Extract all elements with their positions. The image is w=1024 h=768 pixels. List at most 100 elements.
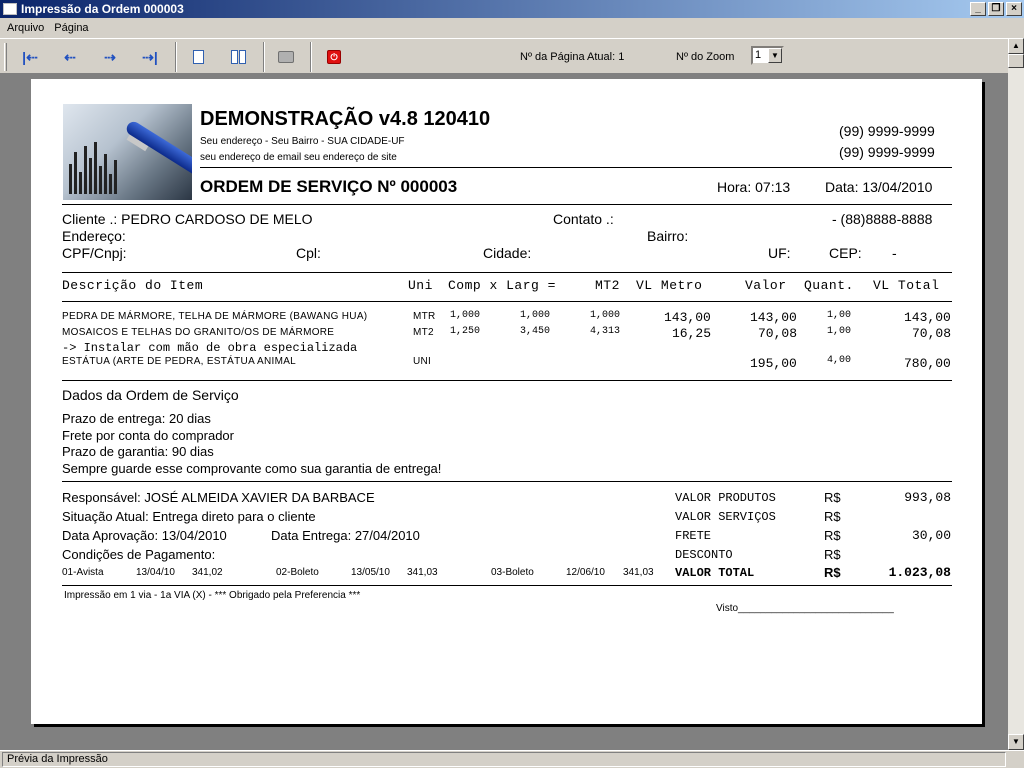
divider [62, 481, 952, 482]
item-total: 143,00 [904, 310, 951, 325]
menu-pagina[interactable]: Página [49, 22, 93, 34]
col-uni: Uni [408, 278, 433, 293]
col-mt2: MT2 [595, 278, 620, 293]
item-desc: MOSAICOS E TELHAS DO GRANITO/OS DE MÁRMO… [62, 327, 334, 338]
previous-page-button[interactable]: ⇠ [58, 46, 82, 68]
first-page-button[interactable]: |⇠ [18, 46, 42, 68]
company-logo [63, 104, 192, 200]
item-larg: 1,000 [520, 310, 550, 321]
dados-line: Frete por conta do comprador [62, 428, 234, 443]
client-name: Cliente .: PEDRO CARDOSO DE MELO [62, 211, 313, 227]
item-total: 780,00 [904, 356, 951, 371]
toolbar-grip[interactable] [4, 43, 7, 71]
total-value: 30,00 [851, 528, 951, 543]
item-mt2: 1,000 [590, 310, 620, 321]
dados-line: Prazo de garantia: 90 dias [62, 444, 214, 459]
divider [200, 167, 952, 168]
close-preview-button[interactable]: ⏻ [322, 46, 346, 68]
client-uf: UF: [768, 245, 791, 261]
item-total: 70,08 [912, 326, 951, 341]
col-vlmetro: VL Metro [636, 278, 702, 293]
divider [62, 204, 952, 205]
two-pages-button[interactable] [226, 46, 250, 68]
responsavel: Responsável: JOSÉ ALMEIDA XAVIER DA BARB… [62, 490, 375, 505]
last-page-button[interactable]: ⇢| [138, 46, 162, 68]
dados-line: Sempre guarde esse comprovante como sua … [62, 461, 441, 476]
visto-line: Visto____________________________ [716, 603, 894, 614]
item-uni: MTR [413, 311, 436, 322]
total-currency: R$ [824, 490, 841, 505]
client-bairro: Bairro: [647, 228, 688, 244]
total-label: VALOR TOTAL [675, 566, 754, 580]
impressao-note: Impressão em 1 via - 1a VIA (X) - *** Ob… [64, 590, 360, 601]
client-cep: CEP: [829, 245, 862, 261]
parcela-value: 341,03 [623, 567, 654, 578]
item-vlmetro: 143,00 [664, 310, 711, 325]
parcela-number: 02-Boleto [276, 567, 319, 578]
company-address: Seu endereço - Seu Bairro - SUA CIDADE-U… [200, 136, 405, 147]
item-uni: MT2 [413, 327, 434, 338]
divider [62, 272, 952, 273]
zoom-select[interactable]: 1 ▼ [751, 46, 784, 65]
total-label: VALOR PRODUTOS [675, 491, 776, 505]
col-dims: Comp x Larg = [448, 278, 556, 293]
last-page-icon: ⇢| [142, 49, 158, 66]
item-comp: 1,000 [450, 310, 480, 321]
item-vlmetro: 16,25 [672, 326, 711, 341]
order-time: Hora: 07:13 [717, 179, 790, 195]
parcela-date: 13/05/10 [351, 567, 390, 578]
print-button[interactable] [274, 46, 298, 68]
parcela-number: 03-Boleto [491, 567, 534, 578]
window-title: Impressão da Ordem 000003 [21, 2, 184, 16]
data-entrega: Data Entrega: 27/04/2010 [271, 528, 420, 543]
company-name: DEMONSTRAÇÃO v4.8 120410 [200, 108, 490, 131]
total-currency: R$ [824, 565, 841, 580]
total-label: DESCONTO [675, 548, 733, 562]
client-phone: - (88)8888-8888 [832, 211, 932, 227]
next-page-icon: ⇢ [104, 49, 116, 66]
parcela-date: 13/04/10 [136, 567, 175, 578]
parcela-value: 341,02 [192, 567, 223, 578]
total-label: VALOR SERVIÇOS [675, 510, 776, 524]
total-currency: R$ [824, 528, 841, 543]
two-pages-icon [231, 50, 246, 64]
client-city: Cidade: [483, 245, 531, 261]
divider [62, 301, 952, 302]
order-title: ORDEM DE SERVIÇO Nº 000003 [200, 177, 457, 197]
col-quant: Quant. [804, 278, 854, 293]
item-quant: 1,00 [827, 310, 851, 321]
toolbar-separator [263, 42, 265, 72]
client-cep-value: - [892, 245, 897, 261]
close-button[interactable]: × [1006, 2, 1022, 16]
scroll-down-button[interactable]: ▼ [1008, 734, 1024, 750]
company-phone-1: (99) 9999-9999 [839, 123, 935, 139]
dados-line: Prazo de entrega: 20 dias [62, 411, 211, 426]
scroll-thumb[interactable] [1008, 54, 1024, 68]
scroll-up-button[interactable]: ▲ [1008, 38, 1024, 54]
status-text: Prévia da Impressão [7, 753, 108, 765]
maximize-button[interactable]: ❐ [988, 2, 1004, 16]
power-icon: ⏻ [327, 50, 341, 64]
minimize-button[interactable]: _ [970, 2, 986, 16]
company-phone-2: (99) 9999-9999 [839, 144, 935, 160]
title-bar: Impressão da Ordem 000003 _ ❐ × [0, 0, 1024, 18]
menu-bar: Arquivo Página [0, 18, 1024, 38]
item-comp: 1,250 [450, 326, 480, 337]
order-date: Data: 13/04/2010 [825, 179, 932, 195]
item-quant: 1,00 [827, 326, 851, 337]
vertical-scrollbar[interactable]: ▲ ▼ [1008, 38, 1024, 750]
first-page-icon: |⇠ [22, 49, 38, 66]
single-page-button[interactable] [186, 46, 210, 68]
item-uni: UNI [413, 356, 431, 367]
total-currency: R$ [824, 509, 841, 524]
zoom-value: 1 [755, 49, 761, 61]
next-page-button[interactable]: ⇢ [98, 46, 122, 68]
toolbar-separator [175, 42, 177, 72]
menu-arquivo[interactable]: Arquivo [2, 22, 49, 34]
chevron-down-icon[interactable]: ▼ [768, 48, 782, 63]
item-valor: 70,08 [758, 326, 797, 341]
status-bar: Prévia da Impressão [0, 750, 1024, 768]
previous-page-icon: ⇠ [64, 49, 76, 66]
item-quant: 4,00 [827, 355, 851, 366]
parcela-number: 01-Avista [62, 567, 104, 578]
